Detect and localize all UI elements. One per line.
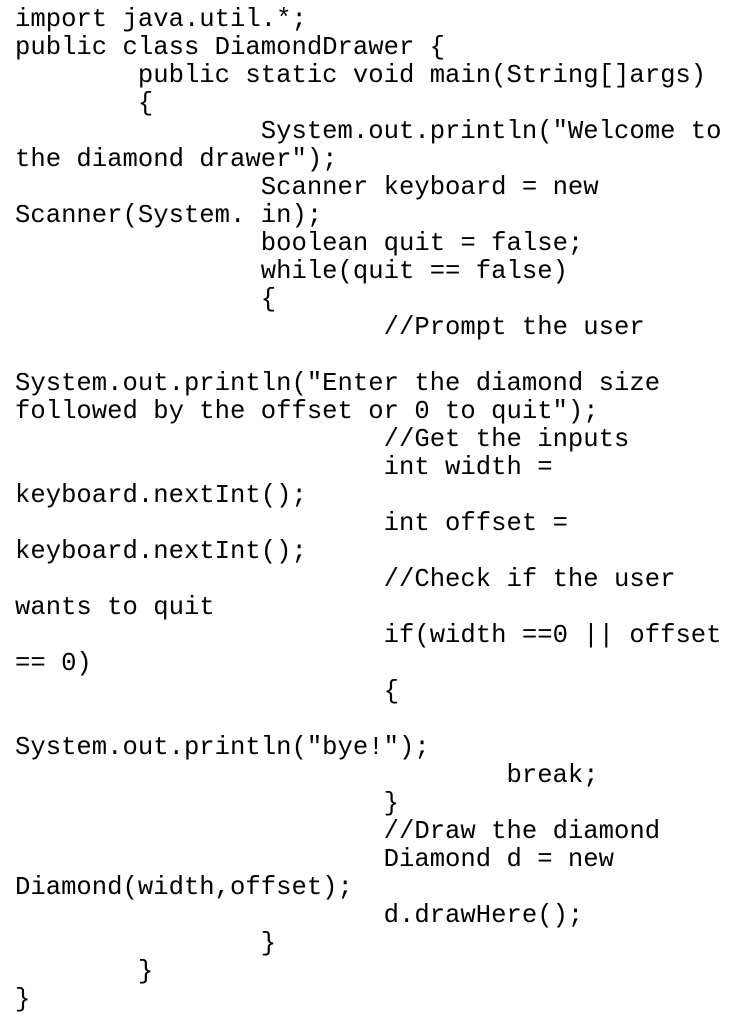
code-line: //Check if the user wants to quit xyxy=(15,565,691,622)
code-line: { xyxy=(15,89,154,118)
code-line: } xyxy=(15,929,277,958)
code-line: //Get the inputs xyxy=(15,425,630,454)
code-listing: import java.util.*; public class DiamondD… xyxy=(0,0,746,1024)
code-line: Diamond d = new Diamond(width,offset); xyxy=(15,845,630,902)
code-line: System.out.println("bye!"); xyxy=(15,705,507,762)
code-line: while(quit == false) xyxy=(15,257,568,286)
code-line: } xyxy=(15,789,399,818)
code-line: System.out.println("Welcome to the diamo… xyxy=(15,117,737,174)
code-line: boolean quit = false; xyxy=(15,229,584,258)
code-line: d.drawHere(); xyxy=(15,901,584,930)
code-line: } xyxy=(15,985,31,1014)
code-line: import java.util.*; xyxy=(15,5,307,34)
code-line: int offset = keyboard.nextInt(); xyxy=(15,509,584,566)
code-line: System.out.println("Enter the diamond si… xyxy=(15,341,676,426)
code-line: break; xyxy=(15,761,599,790)
code-line: } xyxy=(15,957,154,986)
code-line: if(width ==0 || offset == 0) xyxy=(15,621,737,678)
code-line: //Draw the diamond xyxy=(15,817,661,846)
code-line: public static void main(String[]args) xyxy=(15,61,707,90)
code-line: Scanner keyboard = new Scanner(System. i… xyxy=(15,173,615,230)
code-line: { xyxy=(15,677,399,706)
code-line: { xyxy=(15,285,277,314)
code-line: public class DiamondDrawer { xyxy=(15,33,446,62)
code-line: int width = keyboard.nextInt(); xyxy=(15,453,568,510)
code-line: //Prompt the user xyxy=(15,313,645,342)
